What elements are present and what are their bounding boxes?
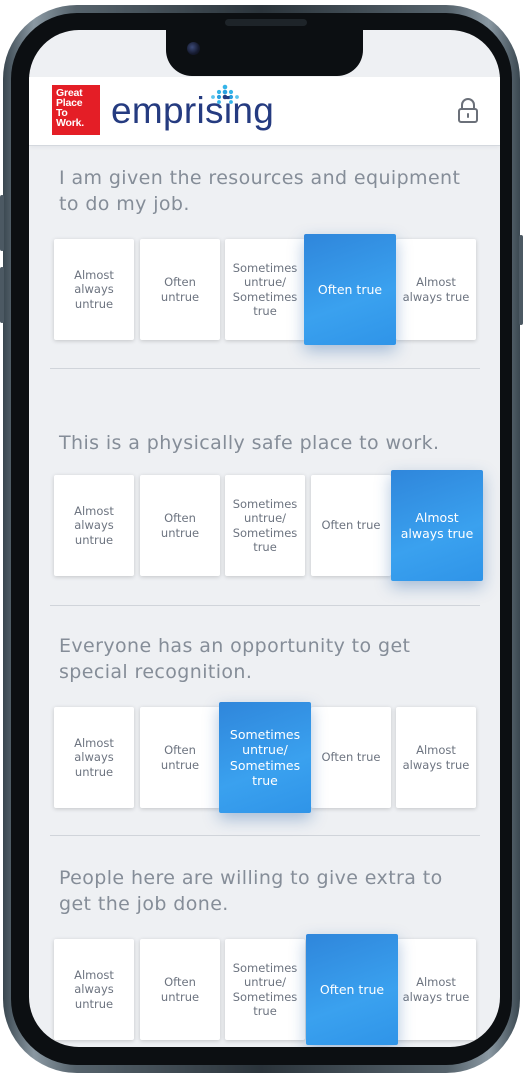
option-often-untrue[interactable]: Often untrue	[140, 475, 220, 576]
app-screen: Great Place To Work. emprising I am give…	[29, 30, 500, 1047]
speaker-grille	[225, 19, 307, 26]
option-sometimes[interactable]: Sometimes untrue/ Sometimes true	[225, 239, 305, 340]
option-often-untrue[interactable]: Often untrue	[140, 239, 220, 340]
option-almost-always-untrue[interactable]: Almost always untrue	[54, 475, 134, 576]
option-almost-always-true[interactable]: Almost always true	[396, 239, 476, 340]
question-text: People here are willing to give extra to…	[59, 867, 443, 915]
option-sometimes[interactable]: Sometimes untrue/ Sometimes true	[225, 939, 305, 1040]
answer-options: Almost always untrue Often untrue Someti…	[54, 702, 484, 813]
app-header: Great Place To Work. emprising	[29, 77, 500, 146]
question-divider	[50, 835, 480, 836]
lock-icon[interactable]	[457, 98, 479, 124]
option-almost-always-untrue[interactable]: Almost always untrue	[54, 707, 134, 808]
option-almost-always-true[interactable]: Almost always true	[396, 939, 476, 1040]
option-often-untrue[interactable]: Often untrue	[140, 939, 220, 1040]
answer-options: Almost always untrue Often untrue Someti…	[54, 470, 484, 581]
option-often-true-selected[interactable]: Often true	[306, 934, 398, 1045]
option-often-true-selected[interactable]: Often true	[304, 234, 396, 345]
volume-down-button	[0, 267, 4, 323]
answer-options: Almost always untrue Often untrue Someti…	[54, 934, 484, 1045]
emprising-logo: emprising	[111, 90, 275, 131]
great-place-to-work-logo: Great Place To Work.	[52, 85, 100, 135]
option-often-untrue[interactable]: Often untrue	[140, 707, 220, 808]
option-often-true[interactable]: Often true	[311, 707, 391, 808]
question-text: Everyone has an opportunity to get speci…	[59, 635, 411, 683]
option-sometimes[interactable]: Sometimes untrue/ Sometimes true	[225, 475, 305, 576]
option-almost-always-untrue[interactable]: Almost always untrue	[54, 939, 134, 1040]
question-text: This is a physically safe place to work.	[59, 432, 440, 454]
question-text: I am given the resources and equipment t…	[59, 167, 461, 215]
logo-line: Work.	[56, 117, 84, 129]
question-divider	[50, 605, 480, 606]
option-almost-always-true-selected[interactable]: Almost always true	[391, 470, 483, 581]
option-sometimes-selected[interactable]: Sometimes untrue/ Sometimes true	[219, 702, 311, 813]
power-button	[519, 235, 523, 325]
option-almost-always-true[interactable]: Almost always true	[396, 707, 476, 808]
volume-up-button	[0, 195, 4, 251]
front-camera	[187, 42, 200, 55]
option-often-true[interactable]: Often true	[311, 475, 391, 576]
option-almost-always-untrue[interactable]: Almost always untrue	[54, 239, 134, 340]
answer-options: Almost always untrue Often untrue Someti…	[54, 234, 484, 345]
phone-frame: Great Place To Work. emprising I am give…	[0, 5, 523, 1073]
question-divider	[50, 368, 480, 369]
